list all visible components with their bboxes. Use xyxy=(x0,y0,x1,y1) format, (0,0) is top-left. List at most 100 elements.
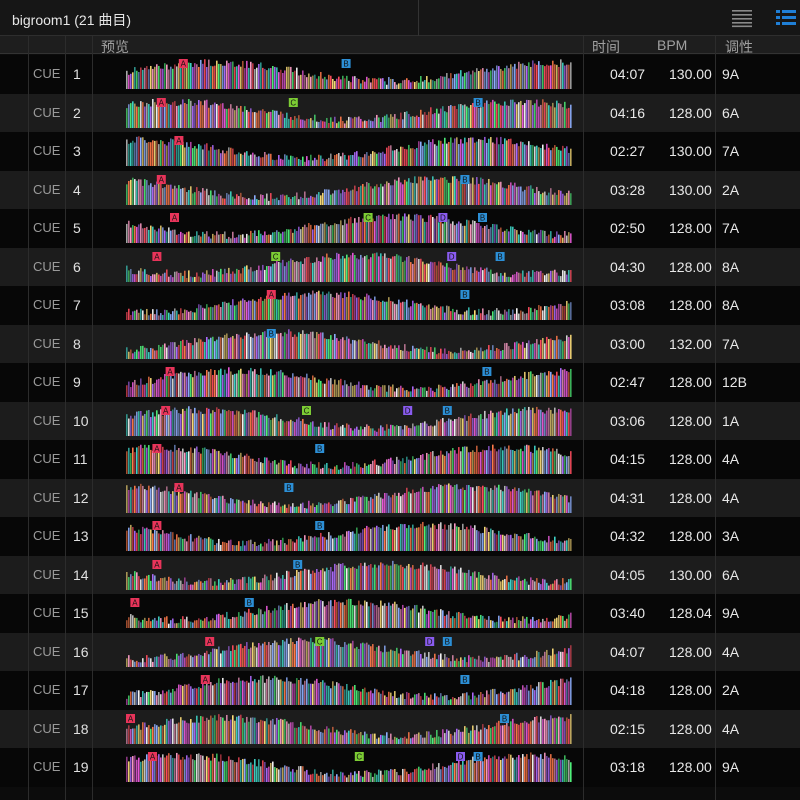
waveform-preview[interactable]: A xyxy=(126,136,576,166)
track-row[interactable]: CUE 10 A C D B 03:06 128.00 1A xyxy=(0,401,800,440)
waveform-bar xyxy=(546,410,548,436)
cue-button[interactable]: CUE xyxy=(33,182,60,197)
waveform-preview[interactable]: AB xyxy=(126,598,576,628)
waveform-bar xyxy=(500,181,502,205)
waveform-bar xyxy=(480,225,482,243)
cue-button[interactable]: CUE xyxy=(33,605,60,620)
waveform-bar xyxy=(556,271,558,282)
cue-button[interactable]: CUE xyxy=(33,336,60,351)
track-row[interactable]: CUE 8 B 03:00 132.00 7A xyxy=(0,324,800,363)
cue-button[interactable]: CUE xyxy=(33,297,60,312)
waveform-preview[interactable]: AB xyxy=(126,367,576,397)
cue-button[interactable]: CUE xyxy=(33,143,60,158)
waveform-bar xyxy=(234,682,236,705)
waveform-preview[interactable]: AB xyxy=(126,444,576,474)
waveform-bar xyxy=(204,618,206,628)
waveform-bar xyxy=(500,534,502,551)
waveform-bar xyxy=(406,149,408,166)
cue-button[interactable]: CUE xyxy=(33,490,60,505)
column-time[interactable]: 时间 xyxy=(592,37,620,57)
waveform-preview[interactable]: ACDB xyxy=(126,405,576,436)
track-row[interactable]: CUE 15 A B 03:40 128.04 9A xyxy=(0,594,800,633)
track-row[interactable]: CUE 4 A B 03:28 130.00 2A xyxy=(0,170,800,209)
track-row[interactable]: CUE 5 A C D B 02:50 128.00 7A xyxy=(0,209,800,248)
waveform-bar xyxy=(196,537,198,551)
waveform-bar xyxy=(202,620,204,628)
waveform-bar xyxy=(202,755,204,782)
waveform-preview[interactable]: AB xyxy=(126,59,576,89)
cue-button[interactable]: CUE xyxy=(33,644,60,659)
cue-button[interactable]: CUE xyxy=(33,759,60,774)
cue-button[interactable]: CUE xyxy=(33,721,60,736)
waveform-preview[interactable]: AB xyxy=(126,174,576,205)
cue-button[interactable]: CUE xyxy=(33,105,60,120)
waveform-preview[interactable]: ACDB xyxy=(126,636,576,667)
track-row[interactable]: CUE 19 A C D B 03:18 128.00 9A xyxy=(0,748,800,787)
track-row[interactable]: CUE 7 A B 03:08 128.00 8A xyxy=(0,286,800,325)
waveform-preview[interactable]: AB xyxy=(126,482,576,513)
column-bpm[interactable]: BPM xyxy=(657,37,687,53)
track-row[interactable]: CUE 12 A B 04:31 128.00 4A xyxy=(0,478,800,517)
waveform-preview[interactable]: AB xyxy=(126,713,576,744)
cue-button[interactable]: CUE xyxy=(33,413,60,428)
waveform-preview[interactable]: ACDB xyxy=(126,251,576,282)
column-key[interactable]: 调性 xyxy=(725,37,753,57)
waveform-preview[interactable]: ACDB xyxy=(126,752,576,782)
cue-button[interactable]: CUE xyxy=(33,220,60,235)
track-row[interactable]: CUE 6 A C D B 04:30 128.00 8A xyxy=(0,247,800,286)
waveform-bar xyxy=(326,378,328,397)
waveform-preview[interactable]: AB xyxy=(126,675,576,705)
waveform-bar xyxy=(438,763,440,782)
waveform-bar xyxy=(498,484,500,513)
waveform-preview[interactable]: ACB xyxy=(126,97,576,128)
waveform-bar xyxy=(224,65,226,89)
waveform-bar xyxy=(386,606,388,628)
waveform-bar xyxy=(224,231,226,243)
waveform-bar xyxy=(540,622,542,628)
waveform-bar xyxy=(240,615,242,628)
waveform-bar xyxy=(546,719,548,744)
column-preview[interactable]: 预览 xyxy=(101,37,129,57)
waveform-bar xyxy=(176,450,178,474)
waveform-bar xyxy=(440,140,442,166)
cue-button[interactable]: CUE xyxy=(33,66,60,81)
waveform-bar xyxy=(386,113,388,128)
track-row[interactable]: CUE 2 A C B 04:16 128.00 6A xyxy=(0,93,800,132)
waveform-bar xyxy=(428,111,430,128)
hot-cue-label: B xyxy=(462,676,467,685)
waveform-bar xyxy=(188,621,190,628)
waveform-preview[interactable]: B xyxy=(126,328,576,359)
waveform-bar xyxy=(532,657,534,667)
column-divider xyxy=(583,36,584,800)
waveform-preview[interactable]: AB xyxy=(126,521,576,551)
waveform-bar xyxy=(488,178,490,205)
waveform-bar xyxy=(422,145,424,166)
waveform-bar xyxy=(262,614,264,628)
waveform-bar xyxy=(164,533,166,551)
cue-button[interactable]: CUE xyxy=(33,528,60,543)
track-row[interactable]: CUE 17 A B 04:18 128.00 2A xyxy=(0,671,800,710)
cue-button[interactable]: CUE xyxy=(33,682,60,697)
track-row[interactable]: CUE 13 A B 04:32 128.00 3A xyxy=(0,517,800,556)
waveform-preview[interactable]: AB xyxy=(126,559,576,590)
cue-button[interactable]: CUE xyxy=(33,567,60,582)
cue-button[interactable]: CUE xyxy=(33,451,60,466)
track-row[interactable]: CUE 18 A B 02:15 128.00 4A xyxy=(0,709,800,748)
track-row[interactable]: CUE 14 A B 04:05 130.00 6A xyxy=(0,555,800,594)
list-lines-icon[interactable] xyxy=(731,8,753,28)
waveform-bar xyxy=(354,533,356,551)
track-row[interactable]: CUE 11 A B 04:15 128.00 4A xyxy=(0,440,800,479)
track-row[interactable]: CUE 9 A B 02:47 128.00 12B xyxy=(0,363,800,402)
waveform-preview[interactable]: ACDB xyxy=(126,213,576,243)
waveform-bar xyxy=(372,341,374,359)
track-row[interactable]: CUE 16 A C D B 04:07 128.00 4A xyxy=(0,632,800,671)
cue-button[interactable]: CUE xyxy=(33,259,60,274)
track-row[interactable]: CUE 3 A 02:27 130.00 7A xyxy=(0,132,800,171)
track-row[interactable]: CUE 1 A B 04:07 130.00 9A xyxy=(0,55,800,94)
track-list[interactable]: CUE 1 A B 04:07 130.00 9A CUE 2 A C B 04:16 128.00 6A C… xyxy=(0,55,800,800)
detail-list-icon[interactable] xyxy=(775,8,797,28)
cue-button[interactable]: CUE xyxy=(33,374,60,389)
waveform-bar xyxy=(244,611,246,628)
waveform-bar xyxy=(288,260,290,282)
waveform-preview[interactable]: AB xyxy=(126,290,576,320)
